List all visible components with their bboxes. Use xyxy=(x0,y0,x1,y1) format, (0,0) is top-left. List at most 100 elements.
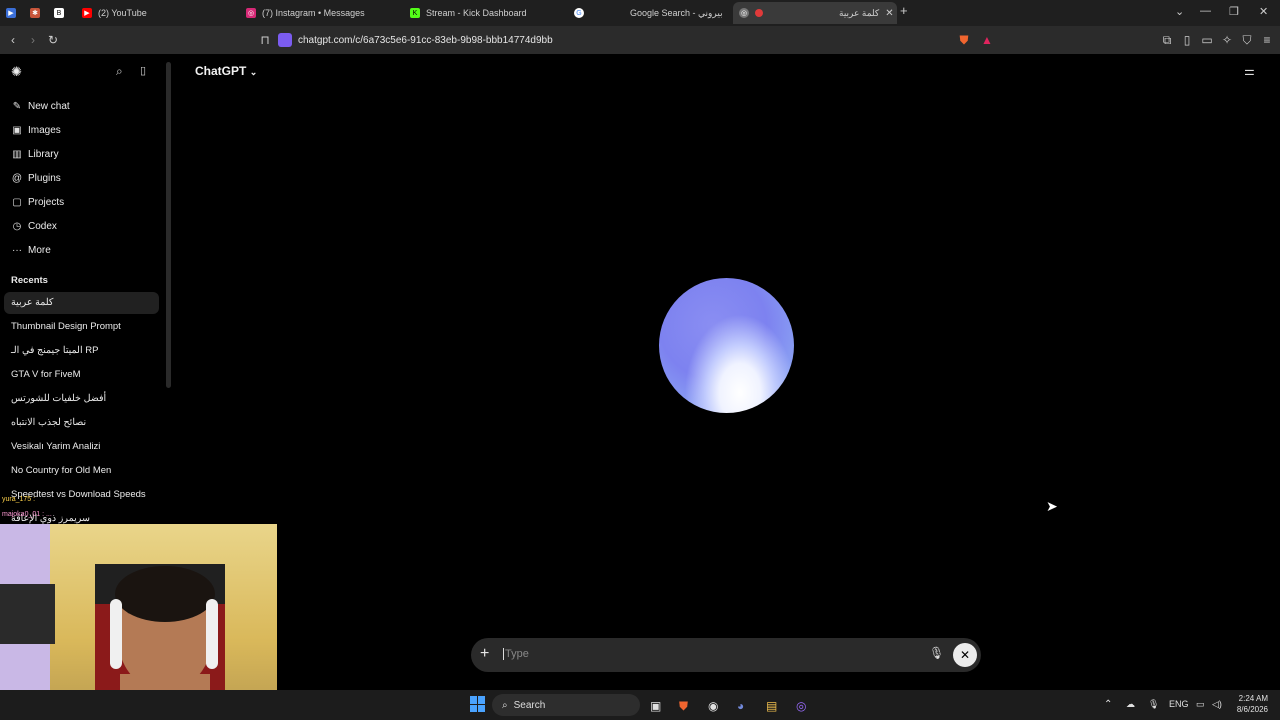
sidebar-item-new-chat[interactable]: ✎ New chat xyxy=(11,97,70,115)
brave-shield-icon[interactable]: ⛊ xyxy=(957,33,971,47)
close-window-icon[interactable]: ✕ xyxy=(1259,5,1268,18)
taskbar-clock[interactable]: 2:24 AM 8/6/2026 xyxy=(1232,693,1268,715)
image-icon: ▣ xyxy=(12,124,22,136)
clock-time: 2:24 AM xyxy=(1238,694,1268,703)
search-icon: ⌕ xyxy=(502,699,508,711)
clock-date: 8/6/2026 xyxy=(1236,705,1268,714)
mouse-cursor-icon: ➤ xyxy=(1046,498,1058,514)
volume-icon[interactable]: ◁) xyxy=(1212,699,1222,710)
recents-heading: Recents xyxy=(11,275,48,286)
tab-chatgpt-active[interactable]: ◎ كلمة عربية ✕ xyxy=(733,2,897,24)
network-icon[interactable]: ▭ xyxy=(1196,699,1205,710)
instagram-icon: ◎ xyxy=(246,8,256,18)
task-view-icon[interactable]: ▣ xyxy=(650,699,661,713)
end-voice-button[interactable]: ✕ xyxy=(953,643,977,667)
codex-icon: ◷ xyxy=(12,220,22,232)
leo-ai-icon[interactable]: ✧ xyxy=(1220,33,1234,47)
vpn-icon[interactable]: ⛉ xyxy=(1240,33,1254,47)
sidebar-item-plugins[interactable]: @ Plugins xyxy=(11,169,61,187)
close-icon[interactable]: ✕ xyxy=(879,8,897,19)
sidebar-item-label: Plugins xyxy=(28,172,61,184)
brave-taskbar-icon[interactable]: ⛊ xyxy=(679,699,688,714)
sidebar-item-label: Images xyxy=(28,124,61,136)
chatgpt-logo-icon[interactable]: ✺ xyxy=(11,64,22,80)
tab-pinned-1[interactable]: ▶ xyxy=(6,2,20,24)
menu-icon[interactable]: ≡ xyxy=(1260,33,1274,47)
file-explorer-icon[interactable]: ▤ xyxy=(766,699,777,713)
windows-start-icon[interactable] xyxy=(470,696,486,712)
app-icon: ▶ xyxy=(6,8,16,18)
chevron-down-icon: ⌄ xyxy=(249,67,258,77)
edit-icon: ✎ xyxy=(12,100,22,112)
recent-item[interactable]: Thumbnail Design Prompt xyxy=(11,319,121,335)
add-attachment-icon[interactable]: + xyxy=(480,645,489,663)
reload-icon[interactable]: ↻ xyxy=(46,33,60,47)
recent-item[interactable]: GTA V for FiveM xyxy=(11,367,81,383)
url-bar[interactable]: chatgpt.com/c/6a73c5e6-91cc-83eb-9b98-bb… xyxy=(278,29,1018,51)
claude-icon: ✱ xyxy=(30,8,40,18)
sidebar-item-more[interactable]: ··· More xyxy=(11,241,51,259)
extensions-icon[interactable]: ⧉ xyxy=(1160,33,1174,47)
model-title: ChatGPT xyxy=(195,64,247,78)
bookmark-icon[interactable]: ⊓ xyxy=(258,33,272,47)
sidebar-item-label: Projects xyxy=(28,196,65,208)
model-selector[interactable]: ChatGPT ⌄ xyxy=(195,64,257,78)
sidebar-item-label: Codex xyxy=(28,220,57,232)
settings-sliders-icon[interactable]: ⚌ xyxy=(1244,64,1255,78)
tab-youtube[interactable]: ▶ (2) YouTube xyxy=(82,2,232,24)
youtube-icon: ▶ xyxy=(82,8,92,18)
url-text: chatgpt.com/c/6a73c5e6-91cc-83eb-9b98-bb… xyxy=(298,34,553,46)
forward-icon[interactable]: › xyxy=(26,33,40,47)
sidebar-item-label: Library xyxy=(28,148,59,160)
sidebar-item-images[interactable]: ▣ Images xyxy=(11,121,61,139)
tab-pinned-3[interactable]: B xyxy=(54,2,68,24)
address-toolbar: ‹ › ↻ ⊓ chatgpt.com/c/6a73c5e6-91cc-83eb… xyxy=(0,26,1280,54)
library-icon: ▥ xyxy=(12,148,22,160)
new-tab-icon[interactable]: + xyxy=(900,3,908,18)
recent-item[interactable]: أفضل خلفيات للشورتس xyxy=(11,391,106,407)
tab-kick[interactable]: K Stream - Kick Dashboard xyxy=(410,2,560,24)
tab-google[interactable]: G Google Search - بيتزا بيروني xyxy=(574,2,724,24)
discord-taskbar-icon[interactable]: ◕ xyxy=(737,699,744,713)
maximize-icon[interactable]: ❐ xyxy=(1229,5,1239,18)
tab-instagram[interactable]: ◎ (7) Instagram • Messages xyxy=(246,2,396,24)
message-input[interactable]: Type xyxy=(503,648,529,660)
recent-item[interactable]: Vesikalı Yarim Analizi xyxy=(11,439,100,455)
sidebar-item-label: New chat xyxy=(28,100,70,112)
stream-chat-line: majoka0_01 : ... xyxy=(2,511,52,518)
back-icon[interactable]: ‹ xyxy=(6,33,20,47)
tab-pinned-2[interactable]: ✱ xyxy=(30,2,44,24)
recent-item[interactable]: No Country for Old Men xyxy=(11,463,111,479)
tab-label: كلمة عربية xyxy=(839,7,880,18)
taskbar-search[interactable]: ⌕ Search xyxy=(492,694,640,716)
app-taskbar-icon[interactable]: ◉ xyxy=(708,699,718,713)
site-info-icon[interactable] xyxy=(278,33,292,47)
close-icon: ✕ xyxy=(959,648,971,662)
chatgpt-icon: ◎ xyxy=(739,8,749,18)
chevron-down-icon[interactable]: ⌄ xyxy=(1175,5,1184,18)
app-taskbar-icon-2[interactable]: ◎ xyxy=(796,699,806,713)
sidebar-scrollbar[interactable] xyxy=(166,62,171,388)
recent-item[interactable]: الميتا جيمنج في الـ RP xyxy=(11,343,98,359)
microphone-icon[interactable]: 🎙 xyxy=(929,646,944,660)
sidebar-collapse-icon[interactable]: ▯ xyxy=(140,64,146,77)
recent-item[interactable]: كلمة عربية xyxy=(11,295,53,311)
search-icon[interactable]: ⌕ xyxy=(116,64,123,79)
recent-item[interactable]: نصائح لجذب الانتباه xyxy=(11,415,86,431)
sidebar-item-projects[interactable]: ▢ Projects xyxy=(11,193,64,211)
language-indicator[interactable]: ENG xyxy=(1169,699,1189,709)
minimize-icon[interactable]: — xyxy=(1200,5,1211,17)
sidebar-item-library[interactable]: ▥ Library xyxy=(11,145,59,163)
plugins-icon: @ xyxy=(11,172,23,184)
onedrive-icon[interactable]: ☁ xyxy=(1126,699,1135,710)
chevron-up-icon[interactable]: ⌃ xyxy=(1104,699,1112,710)
sidebar-toggle-icon[interactable]: ▯ xyxy=(1180,33,1194,47)
tab-label: Google Search - بيتزا بيروني xyxy=(630,7,724,18)
folder-icon: ▢ xyxy=(12,196,22,208)
voice-mode-orb xyxy=(659,278,794,413)
microphone-tray-icon[interactable]: 🎙 xyxy=(1148,699,1159,710)
wallet-icon[interactable]: ▭ xyxy=(1200,33,1214,47)
tab-label: (2) YouTube xyxy=(98,8,147,18)
sidebar-item-codex[interactable]: ◷ Codex xyxy=(11,217,57,235)
brave-rewards-icon[interactable]: ▲ xyxy=(980,33,994,47)
